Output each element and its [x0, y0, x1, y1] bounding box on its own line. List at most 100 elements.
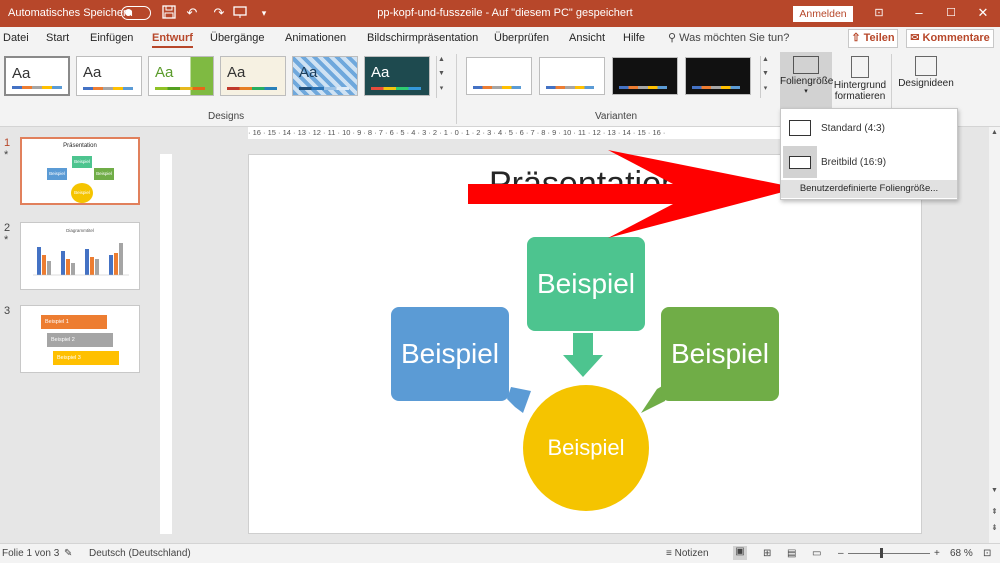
signin-button[interactable]: Anmelden — [793, 6, 853, 22]
slide-counter: Folie 1 von 3 — [2, 548, 60, 559]
more-icon[interactable]: ▾ — [761, 84, 770, 98]
maximize-icon[interactable]: ☐ — [936, 2, 966, 24]
scroll-up-icon[interactable]: ▲ — [989, 129, 1000, 136]
thumb-box-darkgreen: Beispiel — [94, 168, 114, 180]
menu-item-custom-size[interactable]: Benutzerdefinierte Foliengröße... — [781, 180, 957, 198]
tab-hilfe[interactable]: Hilfe — [623, 32, 645, 44]
tab-bildschirmpraesentation[interactable]: Bildschirmpräsentation — [367, 32, 478, 44]
reading-view-icon[interactable]: ▤ — [787, 548, 796, 559]
scroll-down-icon[interactable]: ▼ — [989, 487, 1000, 494]
language-indicator[interactable]: Deutsch (Deutschland) — [89, 548, 191, 559]
tab-einfuegen[interactable]: Einfügen — [90, 32, 133, 44]
normal-view-icon[interactable]: ▣ — [733, 546, 747, 560]
spellcheck-icon[interactable]: ✎ — [64, 548, 72, 559]
theme-facet[interactable]: Aa — [148, 56, 214, 96]
next-slide-icon[interactable]: ⇟ — [989, 523, 1000, 532]
more-icon[interactable]: ▾ — [437, 84, 446, 98]
box-left-blue[interactable]: Beispiel — [391, 307, 509, 401]
share-button[interactable]: ⇧ Teilen — [848, 29, 898, 48]
notes-button[interactable]: ≡ Notizen — [666, 548, 709, 559]
circle-yellow[interactable]: Beispiel — [523, 385, 649, 511]
red-pointer-arrow — [468, 150, 798, 238]
customize-icon[interactable]: ▾ — [256, 5, 272, 21]
comments-button[interactable]: ✉ Kommentare — [906, 29, 994, 48]
zoom-slider-track[interactable] — [848, 553, 930, 554]
thumb-box-blue: Beispiel — [47, 168, 67, 180]
designs-gallery-scroll[interactable]: ▲ ▼ ▾ — [436, 56, 446, 98]
prev-slide-icon[interactable]: ⇞ — [989, 507, 1000, 516]
slide-number: 1 — [4, 137, 11, 149]
autosave-toggle[interactable] — [121, 6, 151, 20]
design-ideas-icon — [915, 56, 937, 76]
tab-uebergaenge[interactable]: Übergänge — [210, 32, 264, 44]
variant-2[interactable] — [539, 57, 605, 95]
thumb-list-item-3: Beispiel 3 — [53, 351, 119, 365]
box-top-green[interactable]: Beispiel — [527, 237, 645, 331]
variant-3[interactable] — [612, 57, 678, 95]
theme-integral[interactable]: Aa — [220, 56, 286, 96]
close-icon[interactable]: ✕ — [968, 2, 998, 24]
design-ideas-button[interactable]: Designideen — [896, 52, 956, 110]
variant-1[interactable] — [466, 57, 532, 95]
theme-color-bar — [371, 87, 421, 90]
ribbon-display-icon[interactable]: ⊡ — [864, 2, 894, 24]
status-bar: Folie 1 von 3 ✎ Deutsch (Deutschland) ≡ … — [0, 543, 1000, 563]
theme-office[interactable]: Aa — [4, 56, 70, 96]
thumb-box-green: Beispiel — [72, 156, 92, 168]
theme-office-2[interactable]: Aa — [76, 56, 142, 96]
tab-ueberpruefen[interactable]: Überprüfen — [494, 32, 549, 44]
slide-thumbnail-3[interactable]: Beispiel 1 Beispiel 2 Beispiel 3 — [20, 305, 140, 373]
theme-color-bar — [155, 87, 205, 90]
fit-to-window-icon[interactable]: ⊡ — [983, 548, 991, 559]
standard-ratio-icon — [789, 120, 811, 136]
theme-color-bar — [12, 86, 62, 89]
slide-thumbnail-2[interactable]: Diagrammtitel — [20, 222, 140, 290]
variant-color-bar — [473, 86, 521, 89]
slide-sorter-icon[interactable]: ⊞ — [763, 548, 771, 559]
redo-icon[interactable]: ↷ — [211, 5, 227, 21]
tab-ansicht[interactable]: Ansicht — [569, 32, 605, 44]
slide-number: 2 — [4, 222, 11, 234]
slide-number: 3 — [4, 305, 11, 317]
share-icon: ⇧ — [851, 32, 861, 44]
arrow-blue — [507, 387, 531, 413]
menu-item-widescreen[interactable]: Breitbild (16:9) — [781, 146, 957, 178]
minimize-icon[interactable]: – — [904, 2, 934, 24]
arrow-down-green — [563, 333, 603, 377]
zoom-out-icon[interactable]: – — [838, 548, 844, 559]
scroll-up-icon[interactable]: ▲ — [761, 56, 770, 70]
animation-star-icon: * — [4, 234, 9, 246]
scroll-down-icon[interactable]: ▼ — [437, 70, 446, 84]
present-icon[interactable] — [232, 5, 248, 21]
tell-me-search[interactable]: ⚲ Was möchten Sie tun? — [668, 31, 789, 44]
scroll-up-icon[interactable]: ▲ — [437, 56, 446, 70]
autosave-label: Automatisches Speichern — [8, 7, 133, 19]
scroll-down-icon[interactable]: ▼ — [761, 70, 770, 84]
variant-4[interactable] — [685, 57, 751, 95]
ribbon-tabs: Datei Start Einfügen Entwurf Übergänge A… — [0, 27, 1000, 50]
slide-size-button[interactable]: Foliengröße ▾ — [780, 52, 833, 110]
format-background-button[interactable]: Hintergrund formatieren — [832, 52, 888, 110]
thumb-bar-chart — [33, 243, 129, 276]
tab-entwurf[interactable]: Entwurf — [152, 32, 193, 48]
slideshow-view-icon[interactable]: ▭ — [812, 548, 821, 559]
zoom-slider-thumb[interactable] — [880, 548, 883, 558]
save-icon[interactable] — [161, 5, 177, 21]
tab-start[interactable]: Start — [46, 32, 69, 44]
variants-gallery-scroll[interactable]: ▲ ▼ ▾ — [760, 56, 770, 98]
theme-ion[interactable]: Aa — [292, 56, 358, 96]
format-background-icon — [851, 56, 869, 78]
slide-thumbnail-1[interactable]: Präsentation Beispiel Beispiel Beispiel … — [20, 137, 140, 205]
box-right-green[interactable]: Beispiel — [661, 307, 779, 401]
tab-datei[interactable]: Datei — [3, 32, 29, 44]
theme-ion-boardroom[interactable]: Aa — [364, 56, 430, 96]
zoom-level[interactable]: 68 % — [950, 548, 973, 559]
tab-animationen[interactable]: Animationen — [285, 32, 346, 44]
zoom-in-icon[interactable]: + — [934, 548, 940, 559]
menu-item-standard[interactable]: Standard (4:3) — [781, 113, 957, 143]
undo-icon[interactable]: ↶ — [184, 5, 200, 21]
slide-size-icon — [793, 56, 819, 74]
variant-color-bar — [692, 86, 740, 89]
thumb-chart-title: Diagrammtitel — [66, 228, 94, 233]
vertical-scrollbar[interactable]: ▲ ▼ ⇞ ⇟ — [989, 127, 1000, 543]
